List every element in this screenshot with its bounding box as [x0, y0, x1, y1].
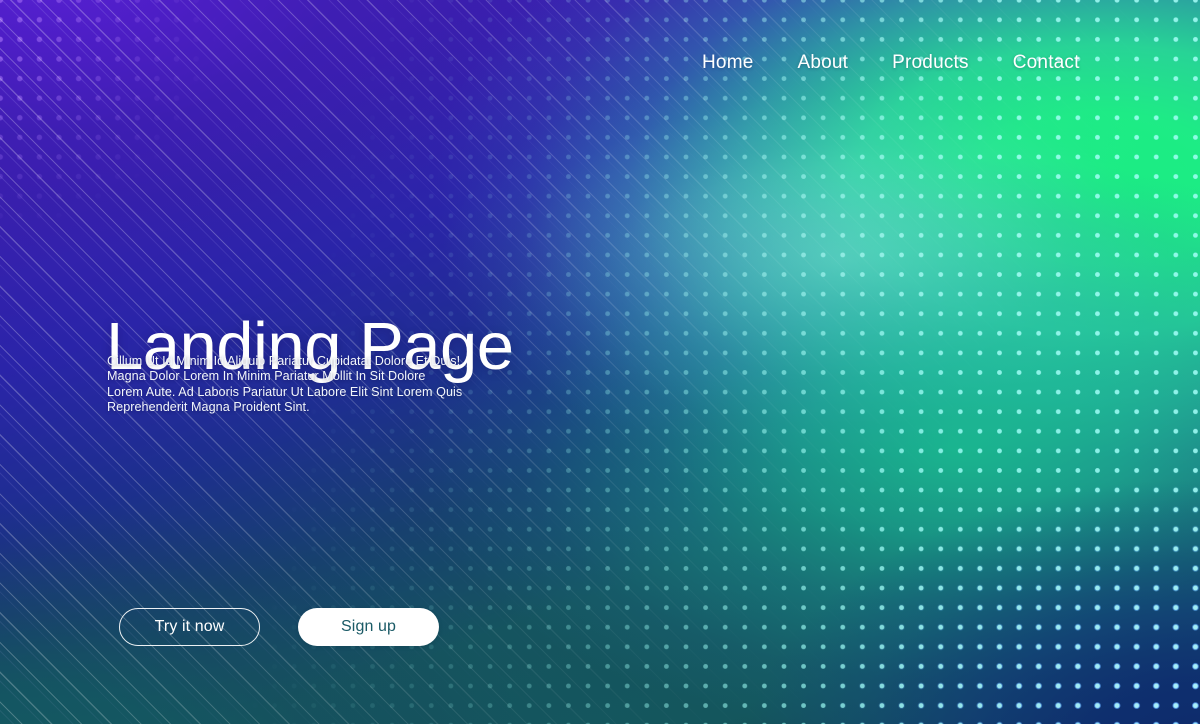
hero-description-line: Lorem Aute. Ad Laboris Pariatur Ut Labor…	[107, 384, 463, 399]
hero-description-line: Reprehenderit Magna Proident Sint.	[107, 400, 310, 415]
landing-hero-section: Home About Products Contact Landing Page…	[0, 0, 1200, 724]
hero-description: Cillum Ut Id Minim Id Aliquip Pariatur C…	[107, 354, 467, 416]
cta-button-group: Try it now Sign up	[119, 608, 439, 646]
main-navigation: Home About Products Contact	[680, 50, 1102, 76]
sign-up-button[interactable]: Sign up	[298, 608, 439, 646]
hero-description-line: Cillum Ut Id Minim Id Aliquip Pariatur C…	[107, 354, 461, 368]
nav-item-home[interactable]: Home	[680, 50, 775, 76]
nav-item-products[interactable]: Products	[870, 50, 991, 76]
nav-item-contact[interactable]: Contact	[991, 50, 1102, 76]
hero-description-line: Magna Dolor Lorem In Minim Pariatur Moll…	[107, 369, 426, 384]
try-it-now-button[interactable]: Try it now	[119, 608, 260, 646]
nav-item-about[interactable]: About	[775, 50, 870, 76]
